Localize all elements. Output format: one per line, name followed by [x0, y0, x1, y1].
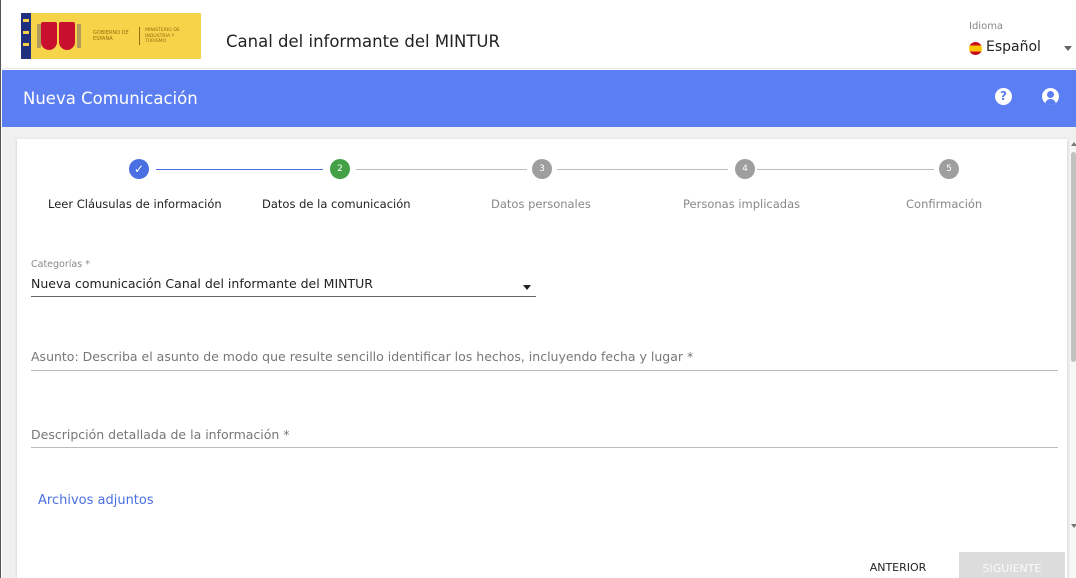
form-card: ✓ Leer Cláusulas de información 2 Datos …	[17, 139, 1067, 578]
step-number: 3	[532, 159, 552, 179]
content-area: ✓ Leer Cláusulas de información 2 Datos …	[2, 127, 1076, 578]
next-button[interactable]: SIGUIENTE	[959, 552, 1065, 578]
vertical-scrollbar[interactable]	[1070, 140, 1076, 578]
spain-flag-icon	[969, 42, 982, 55]
stepper-connector	[156, 169, 323, 170]
stepper-connector	[757, 169, 934, 170]
step-label: Personas implicadas	[683, 197, 801, 211]
previous-button[interactable]: ANTERIOR	[863, 557, 933, 578]
description-input[interactable]: Descripción detallada de la información …	[31, 427, 290, 442]
step-number: 5	[939, 159, 959, 179]
top-header: GOBIERNO DE ESPAÑA MINISTERIO DE INDUSTR…	[2, 0, 1076, 69]
step-number: 2	[330, 159, 350, 179]
logo-gobierno-text: GOBIERNO DE ESPAÑA	[93, 30, 129, 42]
attachments-link[interactable]: Archivos adjuntos	[38, 493, 154, 508]
subject-input[interactable]: Asunto: Describa el asunto de modo que r…	[31, 349, 693, 364]
scrollbar-thumb[interactable]	[1071, 152, 1076, 362]
logo-divider	[139, 27, 140, 45]
step-label: Confirmación	[906, 197, 983, 211]
category-underline	[31, 296, 536, 297]
step-label: Datos personales	[491, 197, 591, 211]
scroll-up-icon[interactable]	[1071, 142, 1076, 146]
category-select[interactable]: Nueva comunicación Canal del informante …	[31, 276, 373, 291]
step-label: Datos de la comunicación	[262, 197, 411, 211]
page-header-bar: Nueva Comunicación ?	[2, 70, 1076, 127]
chevron-down-icon	[1064, 46, 1072, 51]
category-label: Categorías *	[31, 259, 90, 270]
language-select[interactable]: Español	[968, 39, 1076, 59]
logo-ministerio-text: MINISTERIO DE INDUSTRIA Y TURISMO	[145, 28, 180, 44]
help-icon[interactable]: ?	[995, 88, 1012, 105]
stepper-connector	[356, 169, 527, 170]
scroll-down-icon[interactable]	[1071, 524, 1076, 528]
app-window: GOBIERNO DE ESPAÑA MINISTERIO DE INDUSTR…	[0, 0, 1076, 578]
check-icon: ✓	[129, 159, 149, 179]
government-logo: GOBIERNO DE ESPAÑA MINISTERIO DE INDUSTR…	[21, 13, 201, 59]
user-account-icon[interactable]	[1042, 88, 1059, 105]
step-label: Leer Cláusulas de información	[48, 197, 222, 211]
page-title: Nueva Comunicación	[23, 89, 198, 108]
coat-of-arms-icon	[35, 20, 83, 52]
stepper-connector	[557, 169, 728, 170]
step-number: 4	[735, 159, 755, 179]
app-title: Canal del informante del MINTUR	[226, 32, 500, 51]
description-underline	[31, 447, 1058, 448]
eu-flag-icon	[21, 13, 31, 59]
subject-underline	[31, 370, 1058, 371]
language-value: Español	[986, 39, 1041, 55]
chevron-down-icon[interactable]	[523, 285, 531, 290]
language-label: Idioma	[969, 21, 1004, 32]
